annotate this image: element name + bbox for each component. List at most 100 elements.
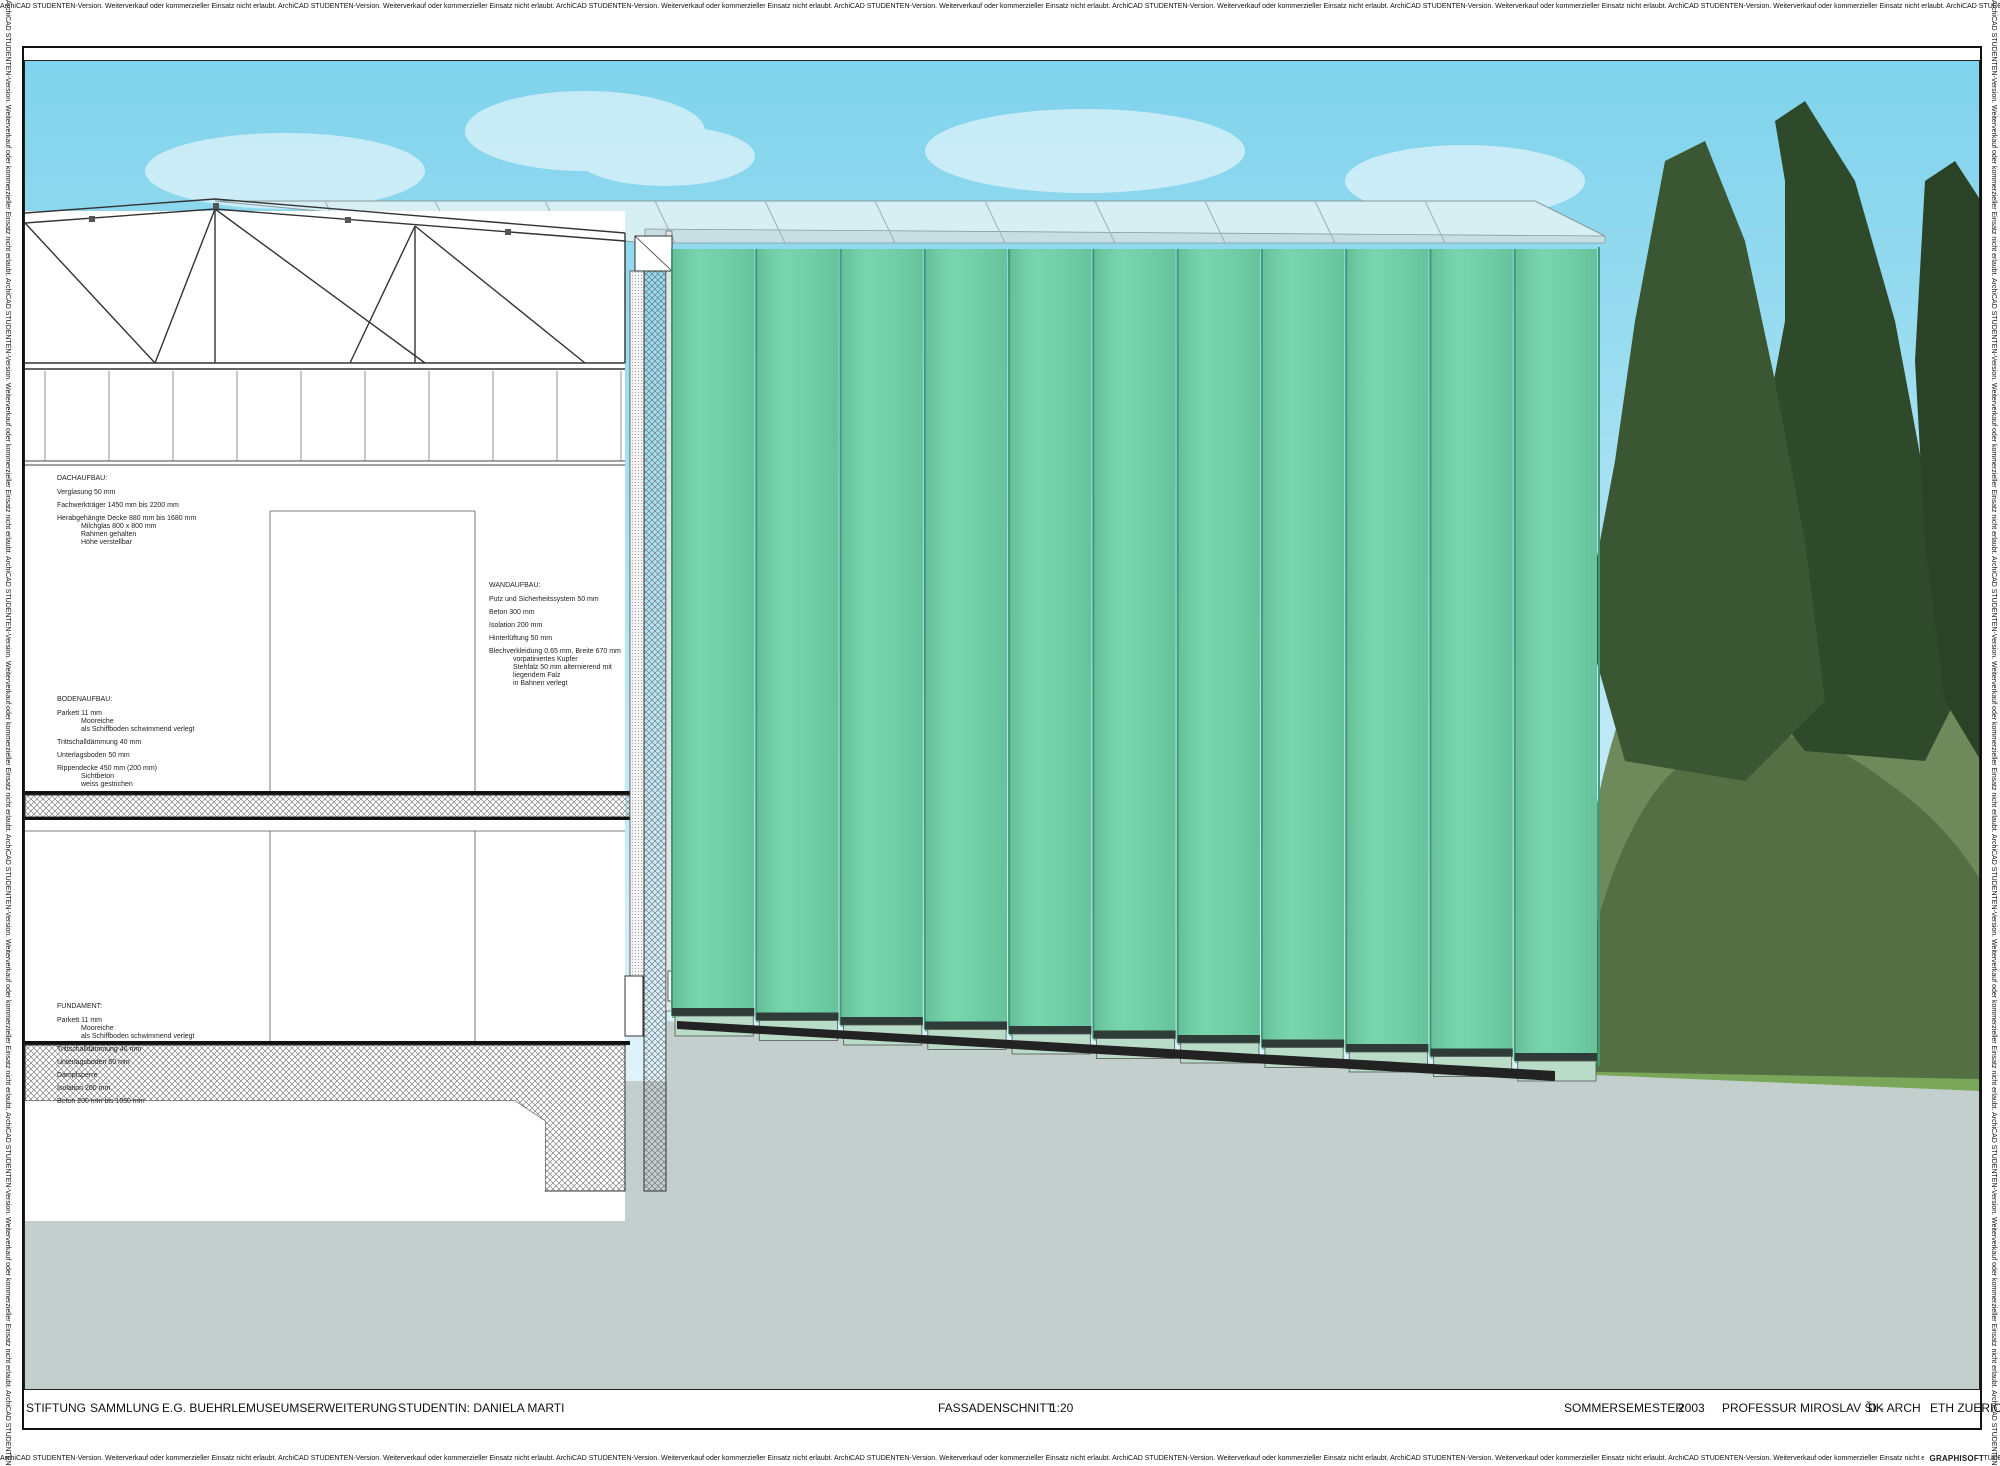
note-item: Verglasung 50 mm (57, 489, 116, 496)
copper-panel-shade (1261, 249, 1345, 1050)
note-line: Isolation 200 mm (489, 622, 621, 630)
copper-panel-shade (672, 249, 755, 1018)
panel-base-band (1430, 1048, 1513, 1057)
note-subitem: Stehfalz 50 mm alternierend mit (513, 664, 612, 671)
note-line: Unterlagsboden 50 mm (57, 752, 194, 760)
note-line: Rippendecke 450 mm (200 mm) Sichtbeton wei… (57, 765, 194, 789)
title-student: STUDENTIN: DANIELA MARTI (398, 1401, 565, 1415)
note-item: Blechverkleidung 0.65 mm, Breite 670 mm (489, 648, 621, 655)
panel-base-band (1514, 1053, 1597, 1061)
watermark-top: ArchiCAD STUDENTEN-Version. Weiterverkau… (0, 0, 2000, 14)
note-item: Parkett 11 mm (57, 710, 102, 717)
note-line: Dampfsperre (57, 1072, 194, 1080)
note-line: Parkett 11 mm Mooreiche als Schiffboden sc… (57, 1017, 194, 1041)
note-dachaufbau: DACHAUFBAU: Verglasung 50 mm Fachwerkträge… (57, 475, 196, 552)
section-drawing: DACHAUFBAU: Verglasung 50 mm Fachwerkträge… (24, 60, 1980, 1390)
note-subitem: vorpatiniertes Kupfer (513, 656, 578, 663)
note-heading: DACHAUFBAU: (57, 475, 108, 482)
note-subitem: Rahmen gehalten (81, 531, 137, 538)
copper-panel-shade (1093, 249, 1176, 1041)
title-drawing: FASSADENSCHNITT (938, 1401, 1055, 1415)
copper-facade (671, 247, 1600, 1066)
watermark-text: ArchiCAD STUDENTEN-Version. Weiterverkau… (0, 1455, 2000, 1462)
copper-panel-shade (756, 249, 839, 1023)
copper-panel-shade (924, 249, 1008, 1032)
note-item: Dampfsperre (57, 1072, 98, 1079)
note-line: Trittschalldämmung 40 mm (57, 739, 194, 747)
title-buehrle: E.G. BUEHRLE (162, 1401, 247, 1415)
title-project: MUSEUMSERWEITERUNG (246, 1401, 398, 1415)
title-department: D - ARCH (1868, 1401, 1921, 1415)
note-item: Trittschalldämmung 40 mm (57, 739, 142, 746)
watermark-text: ArchiCAD STUDENTEN-Version. Weiterverkau… (1986, 0, 2000, 1466)
note-wandaufbau: WANDAUFBAU: Putz und Sicherheitssystem 50… (489, 582, 621, 693)
note-line: Putz und Sicherheitssystem 50 mm (489, 596, 621, 604)
note-item: Parkett 11 mm (57, 1017, 102, 1024)
title-school: ETH ZUERICH (1930, 1401, 2000, 1415)
note-item: Beton 300 mm (489, 609, 535, 616)
watermark-bottom: ArchiCAD STUDENTEN-Version. Weiterverkau… (0, 1452, 2000, 1466)
watermark-text: ArchiCAD STUDENTEN-Version. Weiterverkau… (0, 3, 2000, 10)
note-line: Trittschalldämmung 40 mm (57, 1046, 194, 1054)
note-subitem: Sichtbeton (81, 773, 115, 780)
title-scale: 1:20 (1050, 1401, 1074, 1415)
wall-concrete (643, 270, 667, 1192)
note-line: Herabgehängte Decke 880 mm bis 1680 mm Mi… (57, 515, 196, 547)
panel-base-band (1346, 1044, 1429, 1052)
panel-base-band (924, 1021, 1008, 1030)
copper-panel-shade (1514, 249, 1597, 1063)
note-item: Unterlagsboden 50 mm (57, 1059, 130, 1066)
note-item: Isolation 200 mm (57, 1085, 111, 1092)
note-item: Unterlagsboden 50 mm (57, 752, 130, 759)
title-year: 2003 (1678, 1401, 1705, 1415)
copper-panel-shade (1430, 249, 1513, 1059)
note-subitem: weiss gestrichen (81, 781, 133, 788)
section-svg (25, 61, 1979, 1389)
panel-base-band (756, 1012, 839, 1021)
note-item: Herabgehängte Decke 880 mm bis 1680 mm (57, 515, 197, 522)
panel-base-band (1009, 1026, 1092, 1034)
panel-base-band (1177, 1035, 1260, 1043)
note-subitem: Mooreiche (81, 718, 114, 725)
watermark-right: ArchiCAD STUDENTEN-Version. Weiterverkau… (1986, 0, 2000, 1466)
panel-base-band (1261, 1039, 1345, 1048)
note-line: Unterlagsboden 50 mm (57, 1059, 194, 1067)
note-line: Hinterlüftung 50 mm (489, 635, 621, 643)
note-subitem: als Schiffboden schwimmend verlegt (81, 1033, 195, 1040)
note-item: Isolation 200 mm (489, 622, 543, 629)
note-subitem: Höhe verstellbar (81, 539, 132, 546)
floor-slab (25, 794, 631, 818)
note-heading: FUNDAMENT: (57, 1003, 103, 1010)
graphisoft-logo: GRAPHISOFT (1923, 1451, 1984, 1466)
note-bodenaufbau: BODENAUFBAU: Parkett 11 mm Mooreiche als Sc… (57, 696, 194, 794)
window-frame (624, 975, 644, 1037)
wall-insulation (629, 270, 645, 1002)
note-item: Hinterlüftung 50 mm (489, 635, 553, 642)
copper-panel-shade (1177, 249, 1260, 1045)
note-subitem: Mooreiche (81, 1025, 114, 1032)
note-item: Trittschalldämmung 40 mm (57, 1046, 142, 1053)
watermark-left: ArchiCAD STUDENTEN-Version. Weiterverkau… (0, 0, 14, 1466)
note-heading: BODENAUFBAU: (57, 696, 113, 703)
panel-base-band (672, 1008, 755, 1016)
note-heading: WANDAUFBAU: (489, 582, 541, 589)
note-line: Blechverkleidung 0.65 mm, Breite 670 mm v… (489, 648, 621, 688)
note-subitem: Milchglas 800 x 800 mm (81, 523, 157, 530)
note-line: Beton 300 mm (489, 609, 621, 617)
note-subitem: in Bahnen verlegt (513, 680, 568, 687)
panel-base-band (1093, 1030, 1176, 1039)
note-subitem: liegendem Falz (513, 672, 561, 679)
foundation-void (25, 1101, 545, 1191)
title-block: STIFTUNG SAMMLUNG E.G. BUEHRLE MUSEUMSER… (26, 1398, 2000, 1418)
title-sammlung: SAMMLUNG (90, 1401, 160, 1415)
copper-panel-shade (840, 249, 923, 1027)
note-item: Beton 200 mm bis 1050 mm (57, 1098, 145, 1105)
note-item: Fachwerkträger 1450 mm bis 2200 mm (57, 502, 179, 509)
title-stiftung: STIFTUNG (26, 1401, 86, 1415)
note-line: Isolation 200 mm (57, 1085, 194, 1093)
note-fundament: FUNDAMENT: Parkett 11 mm Mooreiche als Schi… (57, 1003, 194, 1111)
panel-base-band (840, 1017, 923, 1025)
copper-panel-shade (1009, 249, 1092, 1036)
note-line: Fachwerkträger 1450 mm bis 2200 mm (57, 502, 196, 510)
note-line: Verglasung 50 mm (57, 489, 196, 497)
